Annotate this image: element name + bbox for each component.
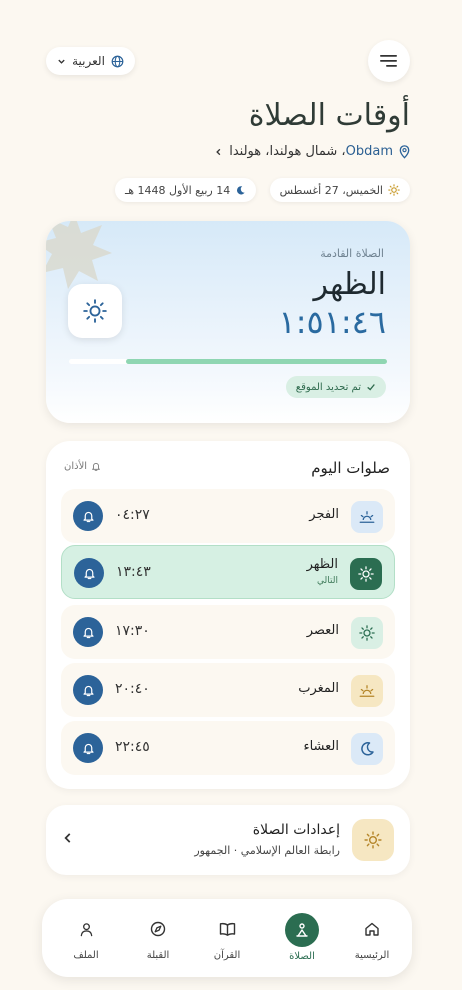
prayer-time: ١٣:٤٣	[116, 564, 151, 580]
adhan-toggle-button[interactable]	[74, 558, 104, 588]
prayer-row-maghrib[interactable]: المغرب ٢٠:٤٠	[61, 663, 395, 717]
nav-label: القبلة	[146, 950, 170, 961]
location-status-text: تم تحديد الموقع	[295, 381, 361, 393]
compass-icon	[150, 921, 166, 937]
next-prayer-countdown: ١:٥١:٤٦	[278, 303, 386, 341]
nav-profile[interactable]: الملف	[56, 899, 116, 977]
prayer-row-isha[interactable]: العشاء ٢٢:٤٥	[61, 721, 395, 775]
location-text: Obdam، شمال هولندا، هولندا	[229, 144, 393, 159]
bell-icon	[82, 627, 94, 638]
gregorian-date: الخميس، 27 أغسطس	[279, 183, 383, 197]
prayers-list-title: صلوات اليوم	[311, 459, 390, 477]
settings-title: إعدادات الصلاة	[252, 822, 340, 838]
moon-icon	[237, 185, 245, 194]
bell-icon	[82, 511, 94, 522]
prayer-icon-box	[350, 558, 382, 590]
nav-prayer[interactable]: الصلاة	[272, 899, 332, 977]
location-region: ، شمال هولندا، هولندا	[229, 144, 346, 159]
prayer-progress-fill	[126, 359, 387, 364]
prayer-icon-box	[351, 501, 383, 533]
location-selector[interactable]: Obdam، شمال هولندا، هولندا	[214, 144, 410, 159]
bell-icon	[82, 685, 94, 696]
next-prayer-card: الصلاة القادمة الظهر ١:٥١:٤٦ تم تحديد ال…	[46, 221, 410, 423]
prayer-progress-bar	[69, 359, 387, 364]
home-icon	[365, 922, 379, 936]
sunrise-icon	[359, 511, 375, 523]
sun-icon	[388, 184, 400, 196]
prayer-name: الظهر	[306, 557, 338, 572]
adhan-toggle-button[interactable]	[73, 675, 103, 705]
next-prayer-label: الصلاة القادمة	[320, 247, 384, 260]
menu-button[interactable]	[368, 40, 410, 82]
nav-label: الملف	[73, 950, 99, 961]
nav-icon-wrap	[141, 912, 175, 946]
prayer-icon-box	[351, 733, 383, 765]
nav-icon-wrap	[355, 912, 389, 946]
adhan-label-text: الأذان	[64, 461, 88, 472]
adhan-label: الأذان	[64, 461, 101, 472]
menu-icon	[380, 55, 397, 67]
prayer-time: ٢٢:٤٥	[115, 739, 150, 755]
adhan-toggle-button[interactable]	[73, 733, 103, 763]
nav-label: الرئيسية	[354, 950, 390, 961]
prayer-row-dhuhr[interactable]: الظهر التالي ١٣:٤٣	[61, 545, 395, 599]
chevron-down-icon	[58, 59, 65, 64]
prayer-row-asr[interactable]: العصر ١٧:٣٠	[61, 605, 395, 659]
location-pin-icon	[399, 144, 410, 159]
nav-label: القرآن	[213, 950, 241, 961]
nav-icon-wrap	[69, 912, 103, 946]
prayer-icon-box	[351, 617, 383, 649]
decorative-star-icon	[46, 221, 112, 289]
sun-icon	[364, 831, 382, 849]
prayer-name: العصر	[306, 623, 339, 638]
chevron-left-icon	[64, 833, 71, 843]
language-label: العربية	[72, 54, 105, 68]
prayer-name: المغرب	[298, 681, 339, 696]
sunset-icon	[359, 685, 375, 697]
prayer-name: العشاء	[303, 739, 339, 754]
today-prayers-card: صلوات اليوم الأذان الفجر ٠٤:٢٧ الظهر الت…	[46, 441, 410, 789]
sun-icon	[83, 299, 107, 323]
bell-icon	[92, 462, 100, 471]
adhan-toggle-button[interactable]	[73, 501, 103, 531]
bell-icon	[83, 568, 95, 579]
nav-icon-wrap	[210, 912, 244, 946]
hijri-date: 14 ربيع الأول 1448 هـ	[125, 183, 231, 197]
prayer-time: ٢٠:٤٠	[115, 681, 150, 697]
nav-label: الصلاة	[289, 951, 315, 962]
next-prayer-icon-box	[68, 284, 122, 338]
prayer-time: ٠٤:٢٧	[115, 507, 150, 523]
nav-home[interactable]: الرئيسية	[342, 899, 402, 977]
prayer-row-fajr[interactable]: الفجر ٠٤:٢٧	[61, 489, 395, 543]
globe-icon	[111, 55, 124, 67]
sun-icon	[359, 625, 375, 641]
prayer-person-icon	[296, 923, 308, 937]
location-status-badge: تم تحديد الموقع	[285, 376, 386, 398]
moon-icon	[361, 742, 374, 756]
prayer-settings-card[interactable]: إعدادات الصلاة رابطة العالم الإسلامي · ا…	[46, 805, 410, 875]
gregorian-date-chip: الخميس، 27 أغسطس	[269, 178, 410, 202]
prayer-time: ١٧:٣٠	[115, 623, 150, 639]
location-city: Obdam	[345, 144, 393, 159]
settings-subtitle: رابطة العالم الإسلامي · الجمهور	[194, 844, 340, 857]
user-icon	[80, 922, 92, 936]
language-selector[interactable]: العربية	[46, 47, 135, 75]
settings-icon-box	[352, 819, 394, 861]
next-prayer-name: الظهر	[313, 267, 386, 302]
check-icon	[367, 384, 375, 391]
nav-quran[interactable]: القرآن	[197, 899, 257, 977]
page-title: أوقات الصلاة	[248, 98, 410, 133]
prayer-icon-box	[351, 675, 383, 707]
prayer-name: الفجر	[309, 507, 339, 522]
adhan-toggle-button[interactable]	[73, 617, 103, 647]
next-prayer-tag: التالي	[317, 576, 338, 586]
sun-icon	[358, 566, 374, 582]
bottom-nav: الرئيسية الصلاة القرآن القبلة الملف	[42, 899, 412, 977]
book-icon	[219, 922, 235, 936]
nav-qibla[interactable]: القبلة	[128, 899, 188, 977]
nav-icon-wrap	[285, 913, 319, 947]
hijri-date-chip: 14 ربيع الأول 1448 هـ	[115, 178, 257, 202]
bell-icon	[82, 743, 94, 754]
chevron-left-icon	[216, 148, 221, 155]
